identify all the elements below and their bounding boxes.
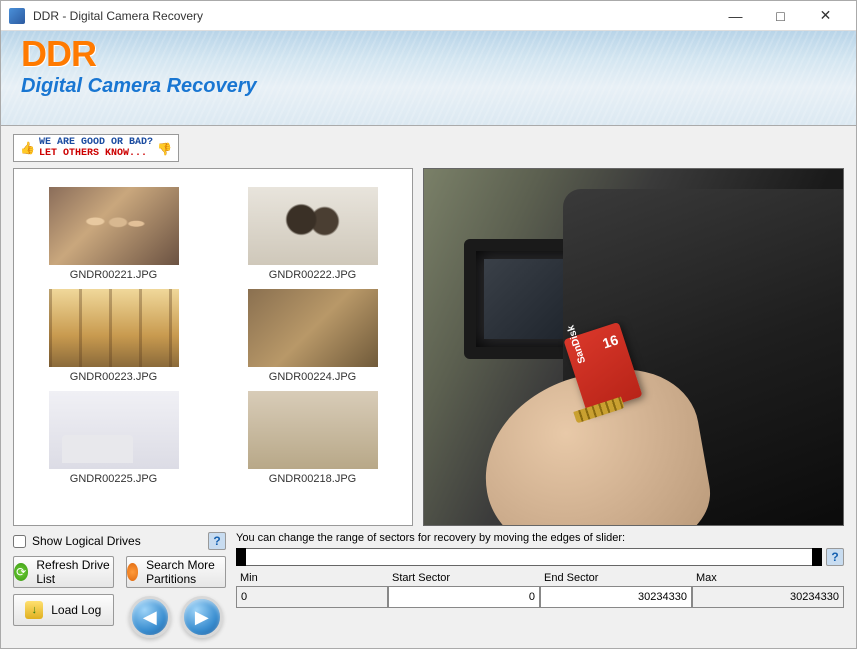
chevron-left-icon: ◀	[143, 607, 157, 628]
main-row: GNDR00221.JPG GNDR00222.JPG GNDR00223.JP…	[13, 168, 844, 526]
thumbnails-panel: GNDR00221.JPG GNDR00222.JPG GNDR00223.JP…	[13, 168, 413, 526]
next-button[interactable]: ▶	[181, 596, 223, 638]
feedback-banner[interactable]: 👍 WE ARE GOOD OR BAD? LET OTHERS KNOW...…	[13, 134, 179, 162]
thumbnail-grid: GNDR00221.JPG GNDR00222.JPG GNDR00223.JP…	[24, 187, 402, 485]
button-label: Load Log	[51, 603, 101, 617]
search-more-partitions-button[interactable]: Search More Partitions	[126, 556, 227, 588]
window-title: DDR - Digital Camera Recovery	[33, 9, 713, 23]
search-icon	[127, 563, 139, 581]
content-area: 👍 WE ARE GOOD OR BAD? LET OTHERS KNOW...…	[1, 126, 856, 648]
chevron-right-icon: ▶	[195, 607, 209, 628]
close-button[interactable]: ✕	[803, 2, 848, 30]
feedback-line2: LET OTHERS KNOW...	[39, 148, 147, 159]
sector-hint: You can change the range of sectors for …	[236, 532, 844, 544]
header-banner: DDR Digital Camera Recovery	[1, 31, 856, 126]
end-sector-label: End Sector	[540, 570, 692, 586]
preview-panel	[423, 168, 844, 526]
preview-image	[424, 169, 843, 525]
titlebar: DDR - Digital Camera Recovery — □ ✕	[1, 1, 856, 31]
thumbnail-item[interactable]: GNDR00221.JPG	[24, 187, 203, 281]
start-sector-label: Start Sector	[388, 570, 540, 586]
thumbnail-item[interactable]: GNDR00222.JPG	[223, 187, 402, 281]
help-icon[interactable]: ?	[826, 548, 844, 566]
show-logical-drives-checkbox[interactable]	[13, 535, 26, 548]
button-label: Search More Partitions	[146, 558, 225, 586]
slider-handle-left[interactable]	[236, 548, 246, 566]
min-label: Min	[236, 570, 388, 586]
logo-text: DDR	[21, 33, 856, 75]
thumbnail-image	[248, 289, 378, 367]
load-log-button[interactable]: Load Log	[13, 594, 114, 626]
sector-slider[interactable]	[236, 548, 822, 566]
checkbox-row: Show Logical Drives ?	[13, 532, 226, 550]
thumbs-down-icon: 👍	[157, 141, 172, 156]
thumbnail-image	[49, 187, 179, 265]
button-label: Refresh Drive List	[36, 558, 112, 586]
thumbnail-image	[248, 187, 378, 265]
thumbnail-caption: GNDR00223.JPG	[70, 371, 157, 383]
start-sector-input[interactable]	[388, 586, 540, 608]
thumbnail-item[interactable]: GNDR00224.JPG	[223, 289, 402, 383]
maximize-button[interactable]: □	[758, 2, 803, 30]
app-window: DDR - Digital Camera Recovery — □ ✕ DDR …	[0, 0, 857, 649]
min-value	[236, 586, 388, 608]
refresh-icon: ⟳	[14, 563, 28, 581]
max-label: Max	[692, 570, 844, 586]
refresh-drive-list-button[interactable]: ⟳ Refresh Drive List	[13, 556, 114, 588]
max-value	[692, 586, 844, 608]
app-subtitle: Digital Camera Recovery	[21, 75, 856, 98]
thumbnail-image	[49, 391, 179, 469]
thumbnail-image	[248, 391, 378, 469]
thumbnail-caption: GNDR00221.JPG	[70, 269, 157, 281]
minimize-button[interactable]: —	[713, 2, 758, 30]
sector-controls: You can change the range of sectors for …	[236, 532, 844, 638]
thumbnail-item[interactable]: GNDR00225.JPG	[24, 391, 203, 485]
thumbnail-caption: GNDR00224.JPG	[269, 371, 356, 383]
thumbnail-caption: GNDR00225.JPG	[70, 473, 157, 485]
bottom-row: Show Logical Drives ? ⟳ Refresh Drive Li…	[13, 532, 844, 638]
thumbnail-image	[49, 289, 179, 367]
thumbnail-item[interactable]: GNDR00218.JPG	[223, 391, 402, 485]
end-sector-input[interactable]	[540, 586, 692, 608]
thumbs-up-icon: 👍	[20, 141, 35, 156]
left-controls: Show Logical Drives ? ⟳ Refresh Drive Li…	[13, 532, 226, 638]
feedback-line1: WE ARE GOOD OR BAD?	[39, 137, 153, 148]
app-icon	[9, 8, 25, 24]
prev-button[interactable]: ◀	[129, 596, 171, 638]
load-icon	[25, 601, 43, 619]
thumbnail-caption: GNDR00218.JPG	[269, 473, 356, 485]
thumbnail-caption: GNDR00222.JPG	[269, 269, 356, 281]
slider-handle-right[interactable]	[812, 548, 822, 566]
thumbnail-item[interactable]: GNDR00223.JPG	[24, 289, 203, 383]
show-logical-drives-label: Show Logical Drives	[32, 534, 141, 548]
help-icon[interactable]: ?	[208, 532, 226, 550]
